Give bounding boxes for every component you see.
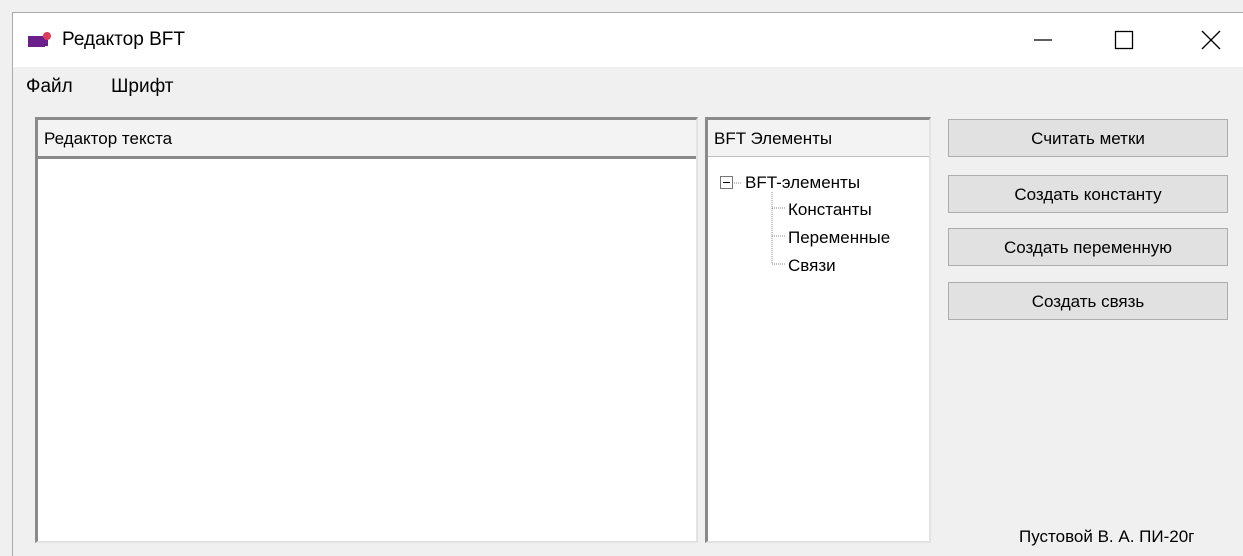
minimize-icon bbox=[1034, 39, 1052, 41]
window-title: Редактор BFT bbox=[62, 29, 185, 50]
text-editor-area[interactable] bbox=[38, 159, 696, 541]
tree-node-variables[interactable]: Переменные bbox=[788, 228, 890, 248]
tree-node-links[interactable]: Связи bbox=[788, 256, 836, 276]
text-editor-panel[interactable]: Редактор текста bbox=[35, 117, 698, 543]
title-bar[interactable]: Редактор BFT bbox=[13, 13, 1243, 67]
close-icon bbox=[1201, 30, 1221, 50]
menu-bar: Файл Шрифт bbox=[13, 67, 1243, 110]
collapse-toggle-icon[interactable] bbox=[720, 176, 733, 189]
create-constant-button[interactable]: Создать константу bbox=[948, 175, 1228, 213]
menu-file[interactable]: Файл bbox=[26, 76, 73, 98]
author-label: Пустовой В. А. ПИ-20г bbox=[1019, 527, 1195, 546]
minimize-button[interactable] bbox=[1010, 13, 1076, 67]
app-icon bbox=[28, 32, 51, 47]
maximize-icon bbox=[1114, 30, 1134, 50]
bft-tree-panel: BFT Элементы BFT-элементы Константы Пере… bbox=[705, 117, 931, 543]
read-labels-button[interactable]: Считать метки bbox=[948, 119, 1228, 157]
create-variable-button[interactable]: Создать переменную bbox=[948, 228, 1228, 266]
create-link-button[interactable]: Создать связь bbox=[948, 282, 1228, 320]
tree-node-constants[interactable]: Константы bbox=[788, 200, 872, 220]
text-editor-header: Редактор текста bbox=[38, 120, 696, 159]
maximize-button[interactable] bbox=[1091, 13, 1157, 67]
close-button[interactable] bbox=[1178, 13, 1243, 67]
text-editor-header-label: Редактор текста bbox=[44, 129, 173, 148]
menu-font[interactable]: Шрифт bbox=[111, 76, 174, 98]
tree-root-node[interactable]: BFT-элементы bbox=[745, 173, 860, 193]
app-window: Редактор BFT Файл Шрифт Редактор текста bbox=[12, 12, 1243, 556]
